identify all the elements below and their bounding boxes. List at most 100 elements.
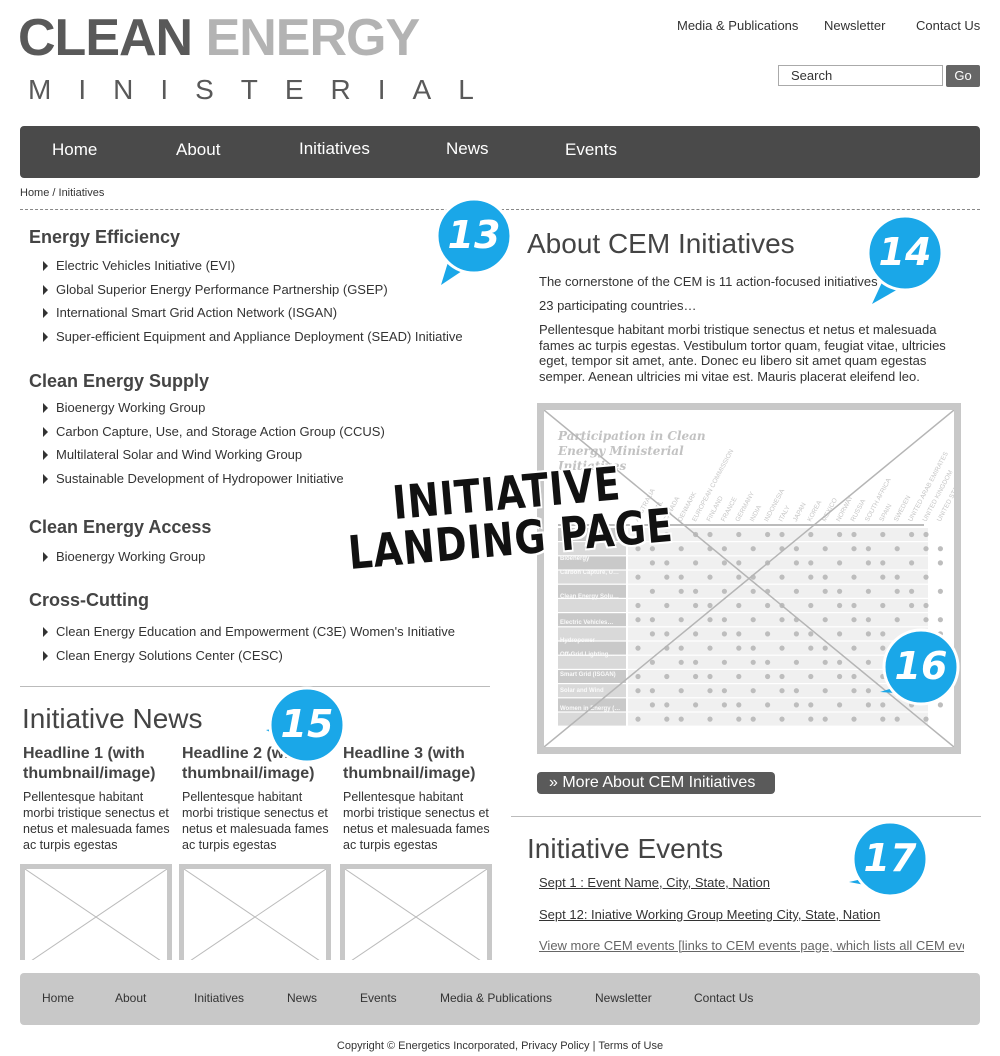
chart-participation-dot [736, 673, 742, 680]
chart-participation-dot [894, 574, 900, 580]
chart-participation-dot [894, 716, 900, 722]
chart-participation-dot [909, 560, 915, 566]
chart-participation-dot [678, 688, 684, 694]
chart-participation-dot [635, 688, 641, 694]
nav-home[interactable]: Home [52, 140, 97, 160]
chart-participation-dot [635, 645, 641, 651]
footer-link-events[interactable]: Events [360, 991, 397, 1005]
news-summary-2: Pellentesque habitant morbi tristique se… [182, 790, 329, 852]
footer-link-contact[interactable]: Contact Us [694, 991, 753, 1005]
chart-participation-dot [880, 574, 886, 580]
event-link[interactable]: Sept 12: Iniative Working Group Meeting … [539, 907, 880, 922]
initiative-link[interactable]: Carbon Capture, Use, and Storage Action … [43, 424, 385, 439]
chart-participation-dot [750, 659, 756, 665]
more-about-button[interactable]: » More About CEM Initiatives [537, 772, 775, 794]
chart-participation-dot [808, 673, 814, 680]
initiative-link[interactable]: Electric Vehicles Initiative (EVI) [43, 258, 235, 273]
news-thumbnail-placeholder[interactable] [20, 864, 172, 960]
chart-participation-dot [765, 602, 771, 609]
news-headline-2[interactable]: Headline 2 (with thumbnail/image) [182, 744, 342, 784]
search-go-button[interactable]: Go [946, 65, 980, 87]
chart-participation-dot [822, 716, 828, 722]
chart-participation-dot [923, 531, 929, 538]
chart-participation-dot [649, 560, 655, 566]
chart-participation-dot [649, 631, 655, 637]
chart-participation-dot [793, 702, 799, 708]
footer-link-initiatives[interactable]: Initiatives [194, 991, 244, 1005]
chart-participation-dot [635, 617, 641, 623]
chart-participation-dot [851, 574, 857, 580]
view-more-events-link[interactable]: View more CEM events [links to CEM event… [539, 938, 964, 953]
chart-participation-dot [693, 602, 699, 609]
utility-link-contact[interactable]: Contact Us [916, 18, 980, 33]
initiative-link[interactable]: Global Superior Energy Performance Partn… [43, 282, 388, 297]
chart-participation-dot [880, 716, 886, 722]
chart-participation-dot [822, 645, 828, 651]
utility-link-newsletter[interactable]: Newsletter [824, 18, 885, 33]
initiative-link[interactable]: Clean Energy Education and Empowerment (… [43, 624, 455, 639]
footer-link-news[interactable]: News [287, 991, 317, 1005]
chart-participation-dot [707, 617, 713, 623]
chart-participation-dot [635, 673, 641, 680]
breadcrumb[interactable]: Home / Initiatives [20, 187, 104, 199]
chart-participation-dot [678, 574, 684, 580]
callout-number: 15 [280, 702, 334, 746]
initiative-link[interactable]: Bioenergy Working Group [43, 549, 205, 564]
chart-row-label: Solar and Wind [560, 688, 604, 694]
chart-participation-dot [851, 546, 857, 552]
news-headline-1[interactable]: Headline 1 (with thumbnail/image) [23, 744, 183, 784]
chart-participation-dot [721, 688, 727, 694]
chart-row-label: Smart Grid (ISGAN) [560, 672, 616, 678]
chart-participation-dot [678, 659, 684, 665]
main-nav: Home About Initiatives News Events [20, 126, 980, 178]
news-summary-3: Pellentesque habitant morbi tristique se… [343, 790, 490, 852]
footer-link-media[interactable]: Media & Publications [440, 991, 552, 1005]
chart-participation-dot [937, 688, 943, 694]
initiative-link[interactable]: International Smart Grid Action Network … [43, 305, 337, 320]
chart-participation-dot [837, 560, 843, 566]
event-link[interactable]: Sept 1 : Event Name, City, State, Nation [539, 875, 770, 890]
chart-participation-dot [765, 531, 771, 538]
initiative-link[interactable]: Super-efficient Equipment and Appliance … [43, 329, 463, 344]
utility-link-media[interactable]: Media & Publications [677, 18, 798, 33]
chart-participation-dot [808, 702, 814, 708]
initiative-link[interactable]: Clean Energy Solutions Center (CESC) [43, 648, 283, 663]
footer-link-home[interactable]: Home [42, 991, 74, 1005]
about-intro-line2: 23 participating countries… [539, 298, 697, 313]
chart-participation-dot [678, 546, 684, 552]
initiative-link[interactable]: Sustainable Development of Hydropower In… [43, 471, 344, 486]
initiative-link[interactable]: Multilateral Solar and Wind Working Grou… [43, 447, 302, 462]
about-paragraph: Pellentesque habitant morbi tristique se… [539, 322, 946, 384]
chart-participation-dot [880, 602, 886, 609]
chart-participation-dot [937, 617, 943, 623]
initiative-link[interactable]: Bioenergy Working Group [43, 400, 205, 415]
events-section-title: Initiative Events [527, 833, 724, 864]
divider [20, 686, 490, 687]
chart-participation-dot [937, 588, 943, 594]
news-thumbnail-placeholder[interactable] [340, 864, 492, 960]
nav-initiatives[interactable]: Initiatives [299, 139, 370, 159]
chart-participation-dot [808, 602, 814, 609]
chart-participation-dot [779, 716, 785, 722]
chart-participation-dot [707, 716, 713, 722]
chart-participation-dot [865, 702, 871, 708]
chart-participation-dot [693, 560, 699, 566]
chart-participation-dot [865, 588, 871, 594]
nav-about[interactable]: About [176, 140, 220, 160]
footer-link-newsletter[interactable]: Newsletter [595, 991, 652, 1005]
news-headline-3[interactable]: Headline 3 (with thumbnail/image) [343, 744, 503, 784]
chart-participation-dot [880, 645, 886, 651]
chart-participation-dot [822, 688, 828, 694]
footer-link-about[interactable]: About [115, 991, 146, 1005]
callout-number: 13 [447, 213, 501, 257]
chart-participation-dot [693, 631, 699, 637]
search-input[interactable] [778, 65, 943, 86]
chart-participation-dot [909, 588, 915, 594]
news-thumbnail-placeholder[interactable] [179, 864, 331, 960]
chart-row-label: Hydropower [560, 638, 596, 644]
nav-news[interactable]: News [446, 139, 489, 159]
nav-events[interactable]: Events [565, 140, 617, 160]
chart-row-band [628, 542, 928, 556]
chart-participation-dot [693, 702, 699, 708]
logo[interactable]: CLEAN ENERGY [18, 12, 420, 64]
